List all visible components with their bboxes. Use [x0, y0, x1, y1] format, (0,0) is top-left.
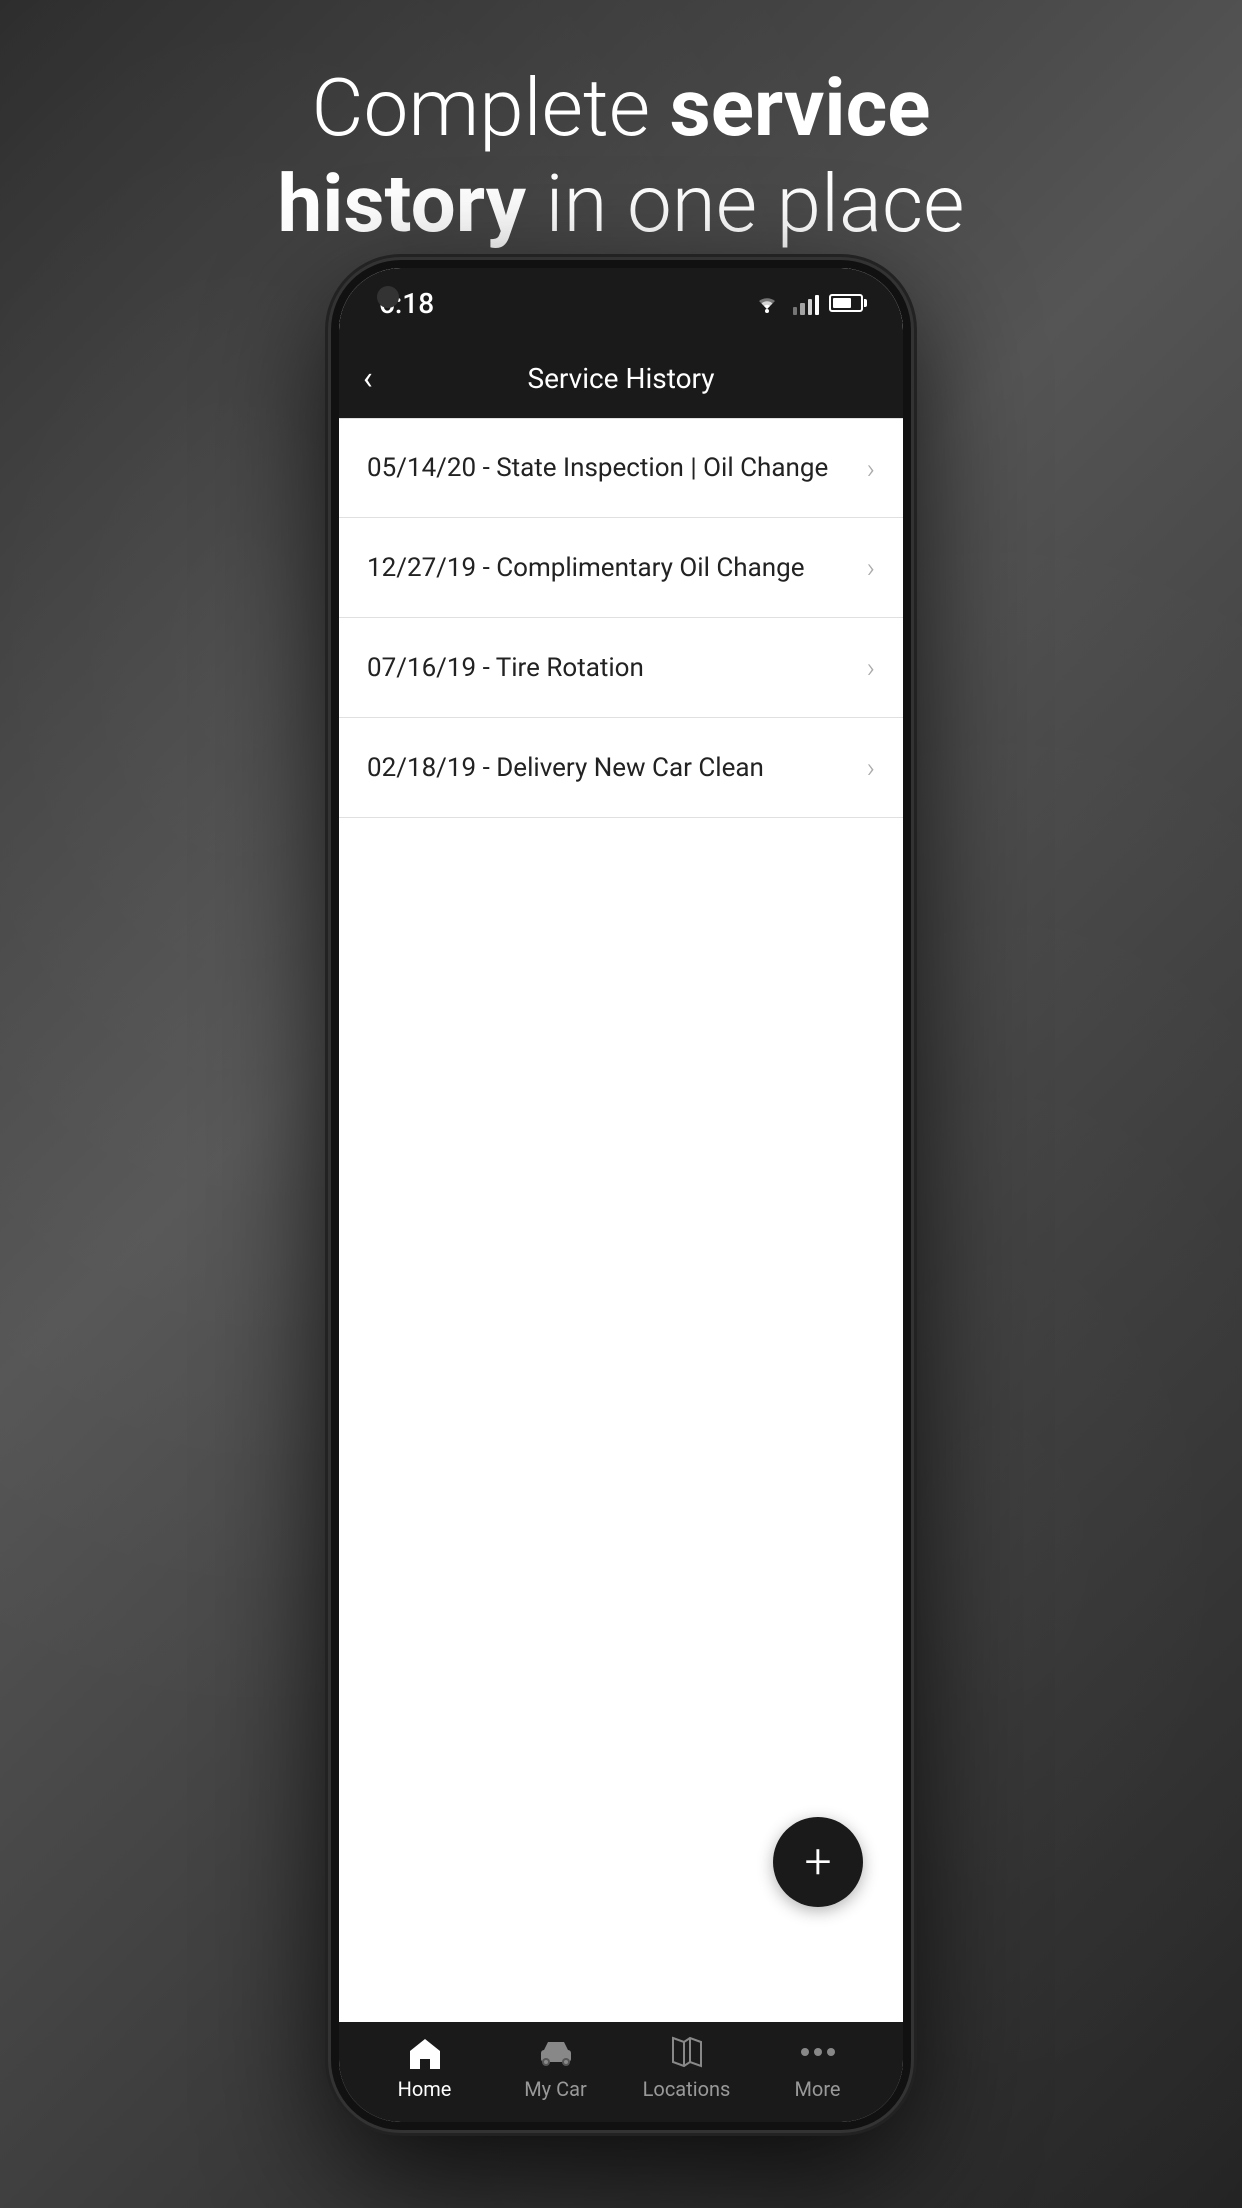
add-icon: + [804, 1838, 831, 1886]
nav-mycar-label: My Car [524, 2077, 587, 2101]
list-item[interactable]: 05/14/20 - State Inspection | Oil Change… [339, 418, 903, 518]
nav-home-label: Home [398, 2077, 452, 2101]
status-bar: 6:18 [339, 268, 903, 338]
nav-locations-label: Locations [643, 2077, 731, 2101]
back-button[interactable]: ‹ [363, 359, 373, 397]
chevron-icon: › [867, 452, 875, 485]
nav-more[interactable]: More [752, 2033, 883, 2101]
headline-text: Complete servicehistory in one place [60, 60, 1182, 252]
list-item[interactable]: 12/27/19 - Complimentary Oil Change › [339, 518, 903, 618]
nav-more-label: More [794, 2077, 840, 2101]
add-service-button[interactable]: + [773, 1817, 863, 1907]
headline-section: Complete servicehistory in one place [0, 60, 1242, 252]
bottom-nav: Home My Car [339, 2022, 903, 2122]
home-icon [403, 2033, 447, 2071]
list-item-text: 07/16/19 - Tire Rotation [367, 653, 644, 683]
status-icons [751, 291, 863, 315]
header-title: Service History [527, 362, 714, 395]
list-item[interactable]: 07/16/19 - Tire Rotation › [339, 618, 903, 718]
battery-icon [829, 294, 863, 312]
phone-shell: 6:18 [331, 260, 911, 2130]
nav-home[interactable]: Home [359, 2033, 490, 2101]
phone-screen: 6:18 [339, 268, 903, 2122]
chevron-icon: › [867, 651, 875, 684]
more-icon [796, 2033, 840, 2071]
map-icon [665, 2033, 709, 2071]
car-icon [534, 2033, 578, 2071]
signal-icon [793, 291, 819, 315]
list-item-text: 12/27/19 - Complimentary Oil Change [367, 553, 805, 583]
nav-mycar[interactable]: My Car [490, 2033, 621, 2101]
wifi-icon [751, 291, 783, 315]
service-history-list: 05/14/20 - State Inspection | Oil Change… [339, 418, 903, 818]
nav-locations[interactable]: Locations [621, 2033, 752, 2101]
content-area: 05/14/20 - State Inspection | Oil Change… [339, 418, 903, 2022]
camera-dot [377, 286, 399, 308]
fab-container: + [773, 1817, 863, 1907]
app-header: ‹ Service History [339, 338, 903, 418]
chevron-icon: › [867, 751, 875, 784]
chevron-icon: › [867, 551, 875, 584]
list-item-text: 02/18/19 - Delivery New Car Clean [367, 753, 764, 783]
list-item-text: 05/14/20 - State Inspection | Oil Change [367, 453, 828, 483]
list-item[interactable]: 02/18/19 - Delivery New Car Clean › [339, 718, 903, 818]
